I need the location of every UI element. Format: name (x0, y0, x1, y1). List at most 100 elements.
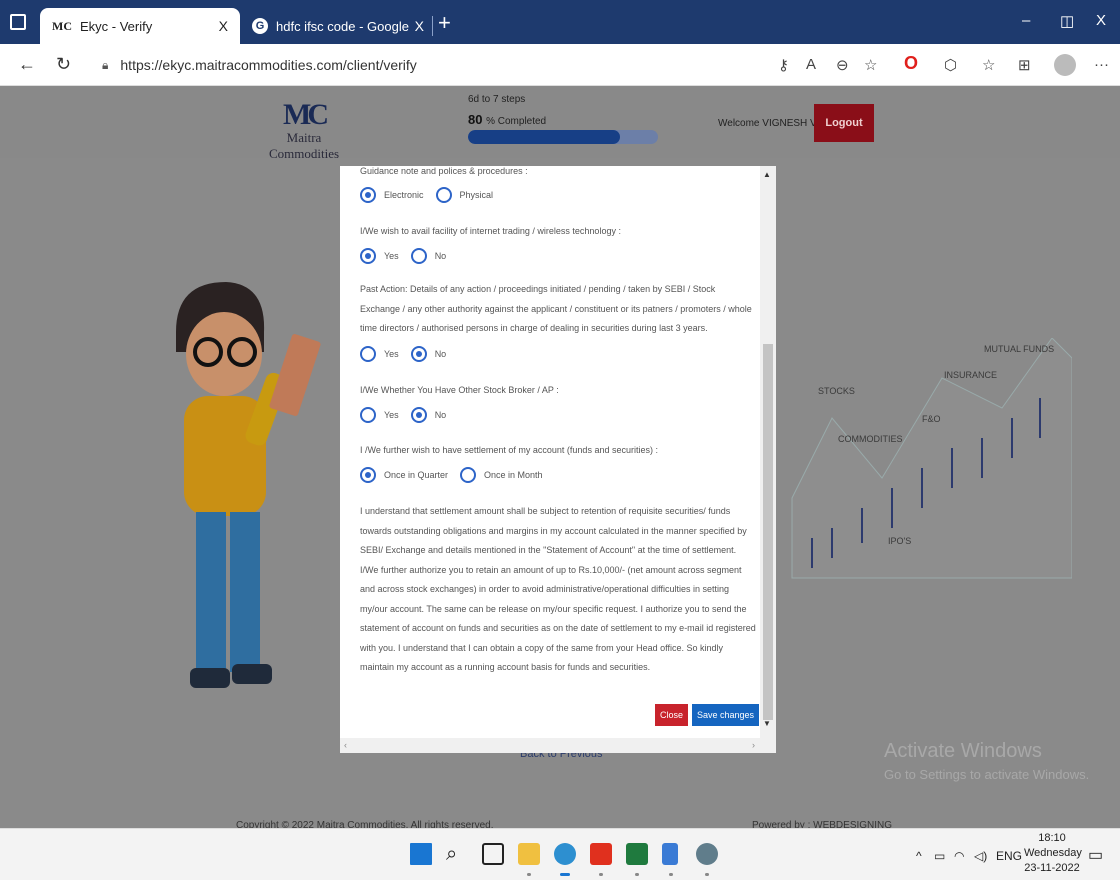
label-insurance: INSURANCE (944, 370, 998, 380)
modal-actions: Close Save changes (655, 704, 760, 726)
cartoon-character-illustration (176, 282, 321, 688)
label-fo: F&O (922, 414, 941, 424)
radio-option-no[interactable]: No (410, 346, 446, 362)
tab-close-button[interactable]: X (219, 18, 228, 34)
logout-button[interactable]: Logout (814, 104, 874, 142)
maitra-logo[interactable]: MC Maitra Commodities (254, 100, 354, 162)
radio-option-once-in-month[interactable]: Once in Month (460, 467, 543, 483)
radio-group-other-broker: Yes No (360, 407, 458, 423)
zoom-icon[interactable]: ⊖ (836, 56, 849, 74)
tab-actions-icon[interactable] (10, 14, 26, 30)
refresh-icon[interactable]: ↻ (56, 54, 71, 75)
modal-horizontal-scrollbar[interactable]: ‹ › (340, 738, 776, 753)
radio-group-guidance: Electronic Physical (360, 187, 505, 203)
radio-button[interactable] (360, 248, 376, 264)
progress-percent: 80 % Completed (468, 112, 547, 127)
browser-titlebar: MC Ekyc - Verify X G hdfc ifsc code - Go… (0, 0, 1120, 44)
scroll-thumb[interactable] (763, 344, 773, 720)
opera-icon[interactable]: O (904, 53, 918, 74)
clock-time: 18:10 (1038, 832, 1066, 844)
language-indicator[interactable]: ENG (996, 849, 1022, 863)
tab-close-button[interactable]: X (415, 18, 424, 34)
q-internet-trading: I/We wish to avail facility of internet … (360, 226, 621, 236)
label-ipos: IPO'S (888, 536, 912, 546)
key-icon[interactable]: ⚷ (778, 56, 789, 74)
tray-chevron-icon[interactable]: ^ (916, 849, 922, 863)
task-view-icon[interactable] (482, 843, 504, 865)
back-arrow-icon[interactable]: ← (18, 54, 36, 75)
market-illustration: MUTUAL FUNDS INSURANCE STOCKS F&O COMMOD… (772, 337, 1073, 598)
scroll-left-arrow-icon[interactable]: ‹ (344, 740, 347, 750)
radio-button[interactable] (360, 346, 376, 362)
radio-button[interactable] (435, 187, 452, 203)
extensions-icon[interactable]: ⬡ (944, 56, 957, 74)
running-indicator (669, 873, 673, 876)
radio-option-no[interactable]: No (410, 248, 446, 264)
tab-title: hdfc ifsc code - Google Search (276, 18, 409, 34)
radio-option-physical[interactable]: Physical (435, 187, 493, 203)
radio-button[interactable] (410, 346, 427, 362)
excel-icon[interactable] (626, 843, 648, 865)
radio-button[interactable] (410, 248, 427, 264)
radio-button[interactable] (360, 187, 376, 203)
scroll-right-arrow-icon[interactable]: › (752, 740, 755, 750)
settings-icon[interactable] (696, 843, 718, 865)
windows-start-icon[interactable] (410, 843, 432, 865)
radio-option-yes[interactable]: Yes (360, 407, 399, 423)
running-indicator (560, 873, 570, 876)
tab-ekyc-verify[interactable]: MC Ekyc - Verify X (40, 8, 240, 44)
notepad-icon[interactable] (662, 843, 678, 865)
activate-windows-watermark: Activate Windows Go to Settings to activ… (884, 740, 1090, 782)
scroll-up-arrow-icon[interactable]: ▲ (763, 170, 771, 179)
save-changes-button[interactable]: Save changes (692, 704, 760, 726)
battery-icon[interactable]: ▭ (934, 849, 945, 863)
label-stocks: STOCKS (818, 386, 855, 396)
favorite-add-icon[interactable]: ☆ (864, 56, 877, 74)
verify-modal: Guidance note and polices & procedures :… (340, 166, 776, 753)
close-window-button[interactable]: X (1096, 12, 1106, 29)
running-indicator (705, 873, 709, 876)
more-icon[interactable]: ··· (1094, 56, 1109, 73)
close-button[interactable]: Close (655, 704, 689, 726)
collections-icon[interactable]: ⊞ (1018, 56, 1031, 74)
maitra-favicon-icon: MC (52, 18, 72, 33)
radio-group-settlement: Once in Quarter Once in Month (360, 467, 555, 483)
favorites-icon[interactable]: ☆ (982, 56, 995, 74)
copyright-text: Copyright © 2022 Maitra Commodities. All… (236, 820, 494, 828)
q-settlement: I /We further wish to have settlement of… (360, 445, 658, 455)
radio-option-electronic[interactable]: Electronic (360, 187, 424, 203)
radio-button[interactable] (360, 467, 376, 483)
scroll-down-arrow-icon[interactable]: ▼ (763, 719, 771, 728)
url-bar[interactable]: 🔒︎ https://ekyc.maitracommodities.com/cl… (92, 51, 812, 79)
radio-option-no[interactable]: No (410, 407, 446, 423)
new-tab-button[interactable]: + (438, 10, 451, 36)
radio-button[interactable] (360, 407, 376, 423)
minimize-button[interactable]: – (1022, 12, 1030, 29)
wifi-icon[interactable]: ◠ (954, 849, 964, 863)
q-guidance-note: Guidance note and polices & procedures : (360, 166, 528, 176)
radio-option-yes[interactable]: Yes (360, 248, 399, 264)
powered-by-text: Powered by : WEBDESIGNING (752, 820, 893, 828)
app-red-icon[interactable] (590, 843, 612, 865)
modal-vertical-scrollbar[interactable]: ▲ ▼ (760, 166, 776, 738)
file-explorer-icon[interactable] (518, 843, 540, 865)
notification-icon[interactable]: ▭ (1088, 845, 1103, 865)
read-aloud-icon[interactable]: A (806, 56, 816, 73)
running-indicator (635, 873, 639, 876)
profile-icon[interactable] (1054, 54, 1076, 76)
tab-title: Ekyc - Verify (80, 18, 153, 34)
restore-button[interactable]: ◫ (1060, 12, 1074, 30)
url-text: https://ekyc.maitracommodities.com/clien… (120, 57, 417, 73)
market-chart-graphic (791, 337, 1073, 579)
edge-icon[interactable] (554, 843, 576, 865)
taskbar-clock[interactable]: 18:10 Wednesday 23-11-2022 (1024, 831, 1082, 876)
radio-button[interactable] (410, 407, 427, 423)
logo-mark: MC (283, 98, 329, 131)
search-icon[interactable]: ⌕ (446, 843, 468, 865)
radio-option-yes[interactable]: Yes (360, 346, 399, 362)
radio-option-once-in-quarter[interactable]: Once in Quarter (360, 467, 448, 483)
lock-icon[interactable]: 🔒︎ (102, 58, 108, 73)
tab-google-search[interactable]: G hdfc ifsc code - Google Search X (240, 8, 436, 44)
radio-button[interactable] (460, 467, 477, 483)
volume-icon[interactable]: ◁) (974, 849, 987, 863)
